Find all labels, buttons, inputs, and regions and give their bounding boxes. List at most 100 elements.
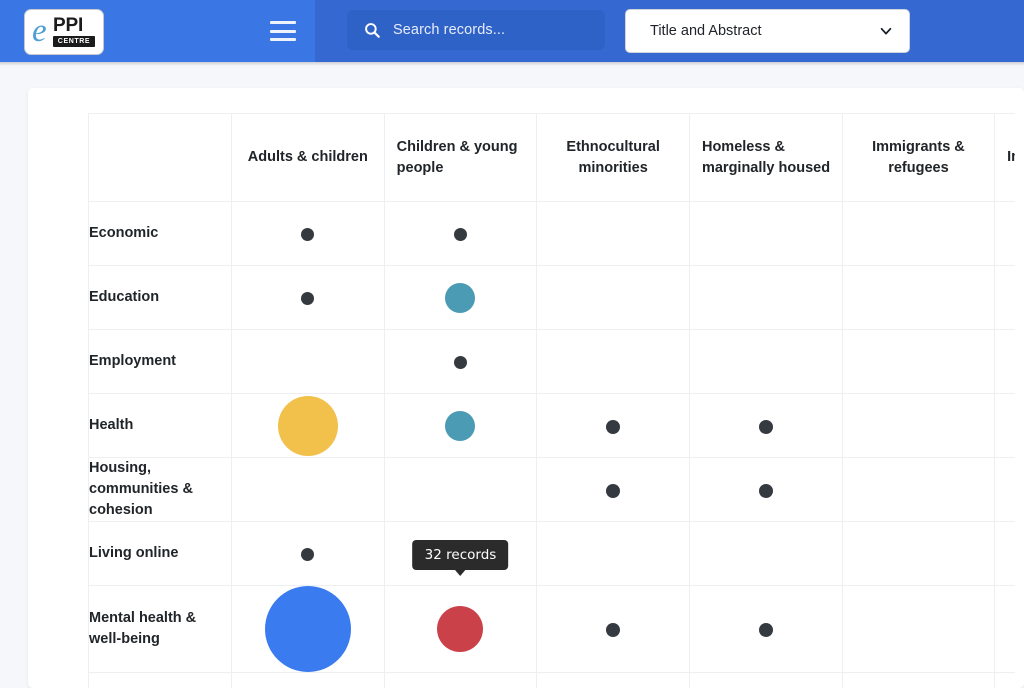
matrix-cell-economic--ethnocultural-minorities [537,202,690,266]
matrix-cell-housing-communities-cohesion--indigenous-people [995,458,1015,522]
matrix-partial-cell [995,673,1015,688]
matrix-cell-employment--immigrants-refugees [842,330,995,394]
matrix-cell-housing-communities-cohesion--ethnocultural-minorities[interactable] [537,458,690,522]
matrix-cell-housing-communities-cohesion--homeless-marginally-housed[interactable] [689,458,842,522]
row-label-living-online[interactable]: Living online [89,522,232,586]
column-header-homeless-marginally-housed[interactable]: Homeless & marginally housed [689,114,842,202]
row-label-education[interactable]: Education [89,266,232,330]
matrix-partial-cell [689,673,842,688]
matrix-head: Adults & children Children & young peopl… [89,114,1016,202]
matrix-cell-living-online--immigrants-refugees [842,522,995,586]
bubble-mental-health-well-being--adults-children[interactable] [265,586,351,672]
matrix-row-health: Health [89,394,1016,458]
matrix-cell-economic--immigrants-refugees [842,202,995,266]
matrix-partial-cell [842,673,995,688]
logo-letter-e: e [32,14,47,48]
matrix-row-partial [89,673,1016,688]
column-header-ethnocultural-minorities[interactable]: Ethnocultural minorities [537,114,690,202]
matrix-row-economic: Economic [89,202,1016,266]
matrix-partial-cell [89,673,232,688]
row-label-mental-health-well-being[interactable]: Mental health & well-being [89,586,232,673]
matrix-row-housing-communities-cohesion: Housing, communities & cohesion [89,458,1016,522]
bubble-matrix-table: Adults & children Children & young peopl… [88,113,1015,688]
matrix-cell-mental-health-well-being--immigrants-refugees [842,586,995,673]
matrix-cell-employment--adults-children [232,330,385,394]
bubble-health--children-young-people[interactable] [445,411,475,441]
matrix-cell-education--immigrants-refugees [842,266,995,330]
bubble-living-online--adults-children[interactable] [301,548,314,561]
bubble-health--adults-children[interactable] [278,396,338,456]
eppi-centre-logo[interactable]: e PPI CENTRE [24,9,104,55]
matrix-cell-mental-health-well-being--homeless-marginally-housed[interactable] [689,586,842,673]
matrix-cell-housing-communities-cohesion--children-young-people [384,458,537,522]
matrix-cell-health--indigenous-people[interactable] [995,394,1015,458]
search-scope-select[interactable]: Title and Abstract [625,9,910,53]
matrix-row-employment: Employment [89,330,1016,394]
bubble-health--ethnocultural-minorities[interactable] [606,420,620,434]
matrix-cell-housing-communities-cohesion--adults-children [232,458,385,522]
matrix-row-living-online: Living online [89,522,1016,586]
matrix-cell-health--children-young-people[interactable] [384,394,537,458]
row-label-economic[interactable]: Economic [89,202,232,266]
matrix-cell-education--ethnocultural-minorities [537,266,690,330]
matrix-cell-health--ethnocultural-minorities[interactable] [537,394,690,458]
matrix-cell-employment--ethnocultural-minorities [537,330,690,394]
matrix-cell-education--children-young-people[interactable] [384,266,537,330]
bubble-tooltip: 32 records [413,540,509,570]
matrix-cell-employment--indigenous-people[interactable] [995,330,1015,394]
logo-text-ppi: PPI [53,16,83,35]
matrix-cell-health--homeless-marginally-housed[interactable] [689,394,842,458]
search-icon [363,21,381,39]
matrix-cell-living-online--adults-children[interactable] [232,522,385,586]
matrix-cell-housing-communities-cohesion--immigrants-refugees [842,458,995,522]
bubble-housing-communities-cohesion--ethnocultural-minorities[interactable] [606,484,620,498]
matrix-cell-economic--indigenous-people[interactable] [995,202,1015,266]
bubble-education--children-young-people[interactable] [445,283,475,313]
row-label-housing-communities-cohesion[interactable]: Housing, communities & cohesion [89,458,232,522]
bubble-matrix-container: Adults & children Children & young peopl… [88,113,1015,688]
column-header-indigenous-people[interactable]: Indigenous people [995,114,1015,202]
matrix-cell-education--homeless-marginally-housed [689,266,842,330]
search-records-field[interactable]: Search records... [347,10,605,50]
column-header-adults-children[interactable]: Adults & children [232,114,385,202]
matrix-cell-living-online--homeless-marginally-housed [689,522,842,586]
matrix-cell-economic--adults-children[interactable] [232,202,385,266]
column-header-children-young-people[interactable]: Children & young people [384,114,537,202]
matrix-cell-mental-health-well-being--adults-children[interactable] [232,586,385,673]
row-label-employment[interactable]: Employment [89,330,232,394]
bubble-economic--adults-children[interactable] [301,228,314,241]
hamburger-bar-1 [270,21,296,24]
bubble-economic--children-young-people[interactable] [454,228,467,241]
bubble-mental-health-well-being--children-young-people[interactable] [437,606,483,652]
row-label-health[interactable]: Health [89,394,232,458]
matrix-row-education: Education [89,266,1016,330]
hamburger-bar-2 [270,30,296,33]
matrix-cell-health--adults-children[interactable] [232,394,385,458]
bubble-employment--children-young-people[interactable] [454,356,467,369]
matrix-cell-mental-health-well-being--children-young-people[interactable]: 32 records [384,586,537,673]
bubble-housing-communities-cohesion--homeless-marginally-housed[interactable] [759,484,773,498]
matrix-cell-mental-health-well-being--ethnocultural-minorities[interactable] [537,586,690,673]
hamburger-menu-icon[interactable] [270,20,296,42]
logo-inner: e PPI CENTRE [32,15,96,49]
matrix-partial-cell [232,673,385,688]
matrix-body: EconomicEducationEmploymentHealthHousing… [89,202,1016,688]
logo-text-centre: CENTRE [53,36,95,47]
search-scope-selected-value: Title and Abstract [650,23,762,39]
matrix-cell-economic--children-young-people[interactable] [384,202,537,266]
matrix-cell-mental-health-well-being--indigenous-people[interactable] [995,586,1015,673]
bubble-mental-health-well-being--ethnocultural-minorities[interactable] [606,623,620,637]
matrix-partial-cell [537,673,690,688]
app-header: e PPI CENTRE Search records... Title and… [0,0,1024,62]
matrix-cell-education--adults-children[interactable] [232,266,385,330]
bubble-education--adults-children[interactable] [301,292,314,305]
matrix-cell-employment--children-young-people[interactable] [384,330,537,394]
bubble-mental-health-well-being--homeless-marginally-housed[interactable] [759,623,773,637]
matrix-cell-economic--homeless-marginally-housed [689,202,842,266]
bubble-health--homeless-marginally-housed[interactable] [759,420,773,434]
header-shadow [0,62,1024,66]
matrix-cell-health--immigrants-refugees [842,394,995,458]
matrix-cell-living-online--indigenous-people [995,522,1015,586]
search-input-placeholder: Search records... [393,22,505,38]
column-header-immigrants-refugees[interactable]: Immigrants & refugees [842,114,995,202]
